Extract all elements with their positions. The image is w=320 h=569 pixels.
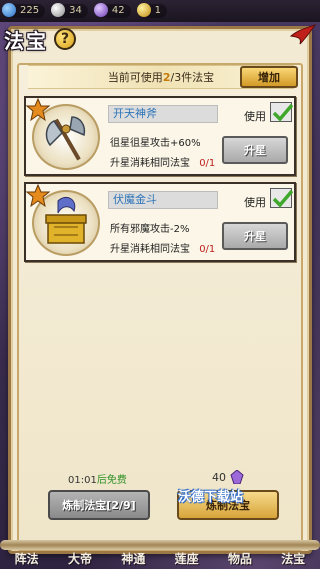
nav-item-skills[interactable]: 神通 xyxy=(121,550,145,567)
resource-value: 1 xyxy=(154,5,161,16)
nav-item-lotus[interactable]: 莲座 xyxy=(175,550,199,567)
treasure-name: 开天神斧 xyxy=(108,105,218,123)
resource-bar: 225 34 42 1 xyxy=(0,0,320,22)
check-icon xyxy=(272,103,294,122)
treasure-card: 开天神斧 使用 徂星徂星攻击+60% 升星消耗相同法宝 0/1 升星 xyxy=(24,96,296,176)
cost-label: 升星消耗相同法宝 xyxy=(110,158,190,169)
cost-fraction: 0/1 xyxy=(199,244,216,255)
quota-prefix: 当前可使用 xyxy=(107,71,163,84)
quota-total: 3 xyxy=(174,70,182,84)
nav-item-items[interactable]: 物品 xyxy=(228,550,252,567)
upgrade-cost: 升星消耗相同法宝 0/1 xyxy=(110,154,215,169)
forge-paid-button[interactable]: 炼制法宝 xyxy=(177,490,279,520)
treasure-name: 伏魔金斗 xyxy=(108,191,218,209)
nav-item-treasure[interactable]: 法宝 xyxy=(281,550,305,567)
check-icon xyxy=(272,189,294,208)
gold-ingot-icon xyxy=(136,3,151,17)
upgrade-cost: 升星消耗相同法宝 0/1 xyxy=(110,240,215,255)
purple-crystal-icon xyxy=(93,3,108,17)
free-timer: 01:01后免费 xyxy=(68,471,127,486)
resource-crystals: 42 xyxy=(93,3,131,18)
upgrade-star-button[interactable]: 升星 xyxy=(222,136,288,164)
bottom-nav: 阵法 大帝 神通 莲座 物品 法宝 xyxy=(0,547,320,569)
rank-badge-icon xyxy=(26,98,50,122)
resource-ingots: 1 xyxy=(136,3,167,18)
close-icon[interactable] xyxy=(288,22,318,52)
help-button[interactable]: ? xyxy=(54,28,76,50)
forge-cost: 40 xyxy=(212,470,244,484)
resource-value: 42 xyxy=(111,5,125,16)
resource-value: 34 xyxy=(69,5,82,16)
forge-free-button[interactable]: 炼制法宝[2/9] xyxy=(48,490,150,520)
free-label: 后免费 xyxy=(96,475,127,486)
use-label: 使用 xyxy=(244,110,266,123)
use-label: 使用 xyxy=(244,196,266,209)
resource-value: 225 xyxy=(20,5,40,16)
purple-crystal-icon xyxy=(230,470,244,484)
add-slot-button[interactable]: 增加 xyxy=(240,66,298,88)
page-title: 法宝 xyxy=(4,28,48,53)
silver-coin-icon xyxy=(51,3,66,17)
treasure-effect: 所有邪魔攻击-2% xyxy=(110,224,190,235)
use-checkbox[interactable] xyxy=(270,188,294,208)
nav-item-formation[interactable]: 阵法 xyxy=(15,550,39,567)
panel-header: 法宝 ? xyxy=(4,24,76,54)
nav-item-emperor[interactable]: 大帝 xyxy=(68,550,92,567)
cost-value: 40 xyxy=(212,470,226,484)
quota-suffix: 件法宝 xyxy=(181,71,215,84)
use-checkbox[interactable] xyxy=(270,102,294,122)
blue-gem-icon xyxy=(2,3,16,17)
resource-gems: 225 xyxy=(2,3,46,18)
cost-fraction: 0/1 xyxy=(199,158,216,169)
upgrade-star-button[interactable]: 升星 xyxy=(222,222,288,250)
treasure-card: 伏魔金斗 使用 所有邪魔攻击-2% 升星消耗相同法宝 0/1 升星 xyxy=(24,182,296,262)
rank-badge-icon xyxy=(26,184,50,208)
resource-coins: 34 xyxy=(51,3,88,18)
help-label: ? xyxy=(60,31,70,47)
quota-used: 2 xyxy=(162,70,171,84)
timer-value: 01:01 xyxy=(68,475,97,486)
treasure-effect: 徂星徂星攻击+60% xyxy=(110,138,201,149)
cost-label: 升星消耗相同法宝 xyxy=(110,244,190,255)
